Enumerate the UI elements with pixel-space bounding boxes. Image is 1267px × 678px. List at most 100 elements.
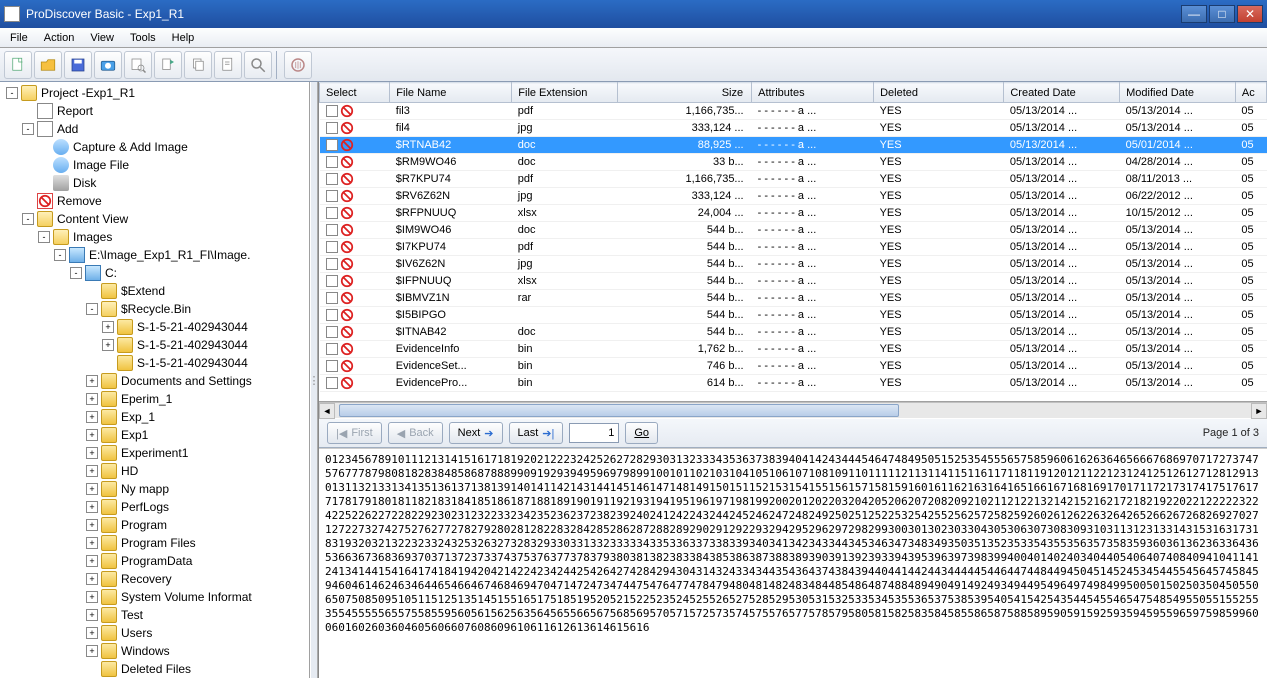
row-checkbox[interactable] [326, 122, 338, 134]
table-row[interactable]: EvidencePro...bin614 b...- - - - - - a .… [320, 375, 1267, 392]
minimize-button[interactable]: — [1181, 5, 1207, 23]
tree-item[interactable]: Disk [0, 174, 309, 192]
tree-item[interactable]: Capture & Add Image [0, 138, 309, 156]
table-row[interactable]: $RFPNUUQxlsx24,004 ...- - - - - - a ...Y… [320, 205, 1267, 222]
expand-icon[interactable]: + [86, 447, 98, 459]
tree-item[interactable]: Image File [0, 156, 309, 174]
column-header[interactable]: File Name [390, 83, 512, 103]
row-checkbox[interactable] [326, 275, 338, 287]
menu-view[interactable]: View [82, 30, 122, 46]
expand-icon[interactable]: + [86, 429, 98, 441]
menu-tools[interactable]: Tools [122, 30, 164, 46]
table-row[interactable]: fil4jpg333,124 ...- - - - - - a ...YES05… [320, 120, 1267, 137]
column-header[interactable]: Attributes [752, 83, 874, 103]
collapse-icon[interactable]: - [38, 231, 50, 243]
expand-icon[interactable]: + [86, 537, 98, 549]
horizontal-scrollbar[interactable]: ◄ ► [319, 402, 1267, 418]
row-checkbox[interactable] [326, 224, 338, 236]
tree-item[interactable]: -$Recycle.Bin [0, 300, 309, 318]
row-checkbox[interactable] [326, 241, 338, 253]
tree-item[interactable]: +Eperim_1 [0, 390, 309, 408]
tree-item[interactable]: -Add [0, 120, 309, 138]
tree-item[interactable]: S-1-5-21-402943044 [0, 354, 309, 372]
table-row[interactable]: $IV6Z62Njpg544 b...- - - - - - a ...YES0… [320, 256, 1267, 273]
new-button[interactable] [4, 51, 32, 79]
column-header[interactable]: Select [320, 83, 390, 103]
table-row[interactable]: fil3pdf1,166,735...- - - - - - a ...YES0… [320, 103, 1267, 120]
search-image-button[interactable] [124, 51, 152, 79]
expand-icon[interactable]: + [86, 483, 98, 495]
stop-button[interactable] [284, 51, 312, 79]
copy-button[interactable] [184, 51, 212, 79]
expand-icon[interactable]: + [86, 375, 98, 387]
tree-item[interactable]: -Content View [0, 210, 309, 228]
tree-item[interactable]: +Exp1 [0, 426, 309, 444]
row-checkbox[interactable] [326, 258, 338, 270]
collapse-icon[interactable]: - [6, 87, 18, 99]
tree-item[interactable]: +PerfLogs [0, 498, 309, 516]
menu-help[interactable]: Help [164, 30, 203, 46]
vertical-splitter[interactable] [310, 82, 318, 678]
row-checkbox[interactable] [326, 343, 338, 355]
column-header[interactable]: Created Date [1004, 83, 1120, 103]
back-page-button[interactable]: ◀Back [388, 422, 443, 444]
row-checkbox[interactable] [326, 190, 338, 202]
table-row[interactable]: $I7KPU74pdf544 b...- - - - - - a ...YES0… [320, 239, 1267, 256]
tree-item[interactable]: +Exp_1 [0, 408, 309, 426]
row-checkbox[interactable] [326, 292, 338, 304]
open-button[interactable] [34, 51, 62, 79]
expand-icon[interactable]: + [86, 591, 98, 603]
go-button[interactable]: Go [625, 422, 658, 444]
scroll-thumb[interactable] [339, 404, 899, 417]
table-row[interactable]: EvidenceInfobin1,762 b...- - - - - - a .… [320, 341, 1267, 358]
column-header[interactable]: Size [617, 83, 751, 103]
collapse-icon[interactable]: - [22, 123, 34, 135]
find-button[interactable] [244, 51, 272, 79]
expand-icon[interactable]: + [86, 573, 98, 585]
table-row[interactable]: $I5BIPGO544 b...- - - - - - a ...YES05/1… [320, 307, 1267, 324]
expand-icon[interactable]: + [86, 465, 98, 477]
column-header[interactable]: File Extension [512, 83, 617, 103]
row-checkbox[interactable] [326, 139, 338, 151]
tree-item[interactable]: Deleted Files [0, 660, 309, 678]
tree-item[interactable]: Remove [0, 192, 309, 210]
tree-item[interactable]: +S-1-5-21-402943044 [0, 336, 309, 354]
table-row[interactable]: $RTNAB42doc88,925 ...- - - - - - a ...YE… [320, 137, 1267, 154]
capture-button[interactable] [94, 51, 122, 79]
tree-item[interactable]: +Test [0, 606, 309, 624]
next-page-button[interactable]: Next➔ [449, 422, 503, 444]
row-checkbox[interactable] [326, 326, 338, 338]
scroll-right-icon[interactable]: ► [1251, 403, 1267, 419]
row-checkbox[interactable] [326, 377, 338, 389]
report-button[interactable] [214, 51, 242, 79]
first-page-button[interactable]: |◀First [327, 422, 382, 444]
collapse-icon[interactable]: - [86, 303, 98, 315]
tree-item[interactable]: -Project -Exp1_R1 [0, 84, 309, 102]
last-page-button[interactable]: Last➔| [509, 422, 564, 444]
close-button[interactable]: ✕ [1237, 5, 1263, 23]
expand-icon[interactable]: + [86, 519, 98, 531]
tree-item[interactable]: -C: [0, 264, 309, 282]
row-checkbox[interactable] [326, 105, 338, 117]
tree-item[interactable]: +ProgramData [0, 552, 309, 570]
tree-item[interactable]: +Documents and Settings [0, 372, 309, 390]
row-checkbox[interactable] [326, 309, 338, 321]
row-checkbox[interactable] [326, 173, 338, 185]
tree-pane[interactable]: -Project -Exp1_R1Report-AddCapture & Add… [0, 82, 310, 678]
row-checkbox[interactable] [326, 207, 338, 219]
tree-item[interactable]: +Program Files [0, 534, 309, 552]
tree-item[interactable]: $Extend [0, 282, 309, 300]
tree-item[interactable]: +Ny mapp [0, 480, 309, 498]
table-row[interactable]: $IM9WO46doc544 b...- - - - - - a ...YES0… [320, 222, 1267, 239]
tree-item[interactable]: +S-1-5-21-402943044 [0, 318, 309, 336]
collapse-icon[interactable]: - [54, 249, 66, 261]
tree-item[interactable]: +Program [0, 516, 309, 534]
page-number-input[interactable] [569, 423, 619, 443]
hex-view[interactable]: 0123456789101112131415161718192021222324… [319, 448, 1267, 678]
scroll-left-icon[interactable]: ◄ [319, 403, 335, 419]
tree-item[interactable]: +HD [0, 462, 309, 480]
expand-icon[interactable]: + [102, 321, 114, 333]
save-button[interactable] [64, 51, 92, 79]
expand-icon[interactable]: + [86, 645, 98, 657]
tree-item[interactable]: +Recovery [0, 570, 309, 588]
